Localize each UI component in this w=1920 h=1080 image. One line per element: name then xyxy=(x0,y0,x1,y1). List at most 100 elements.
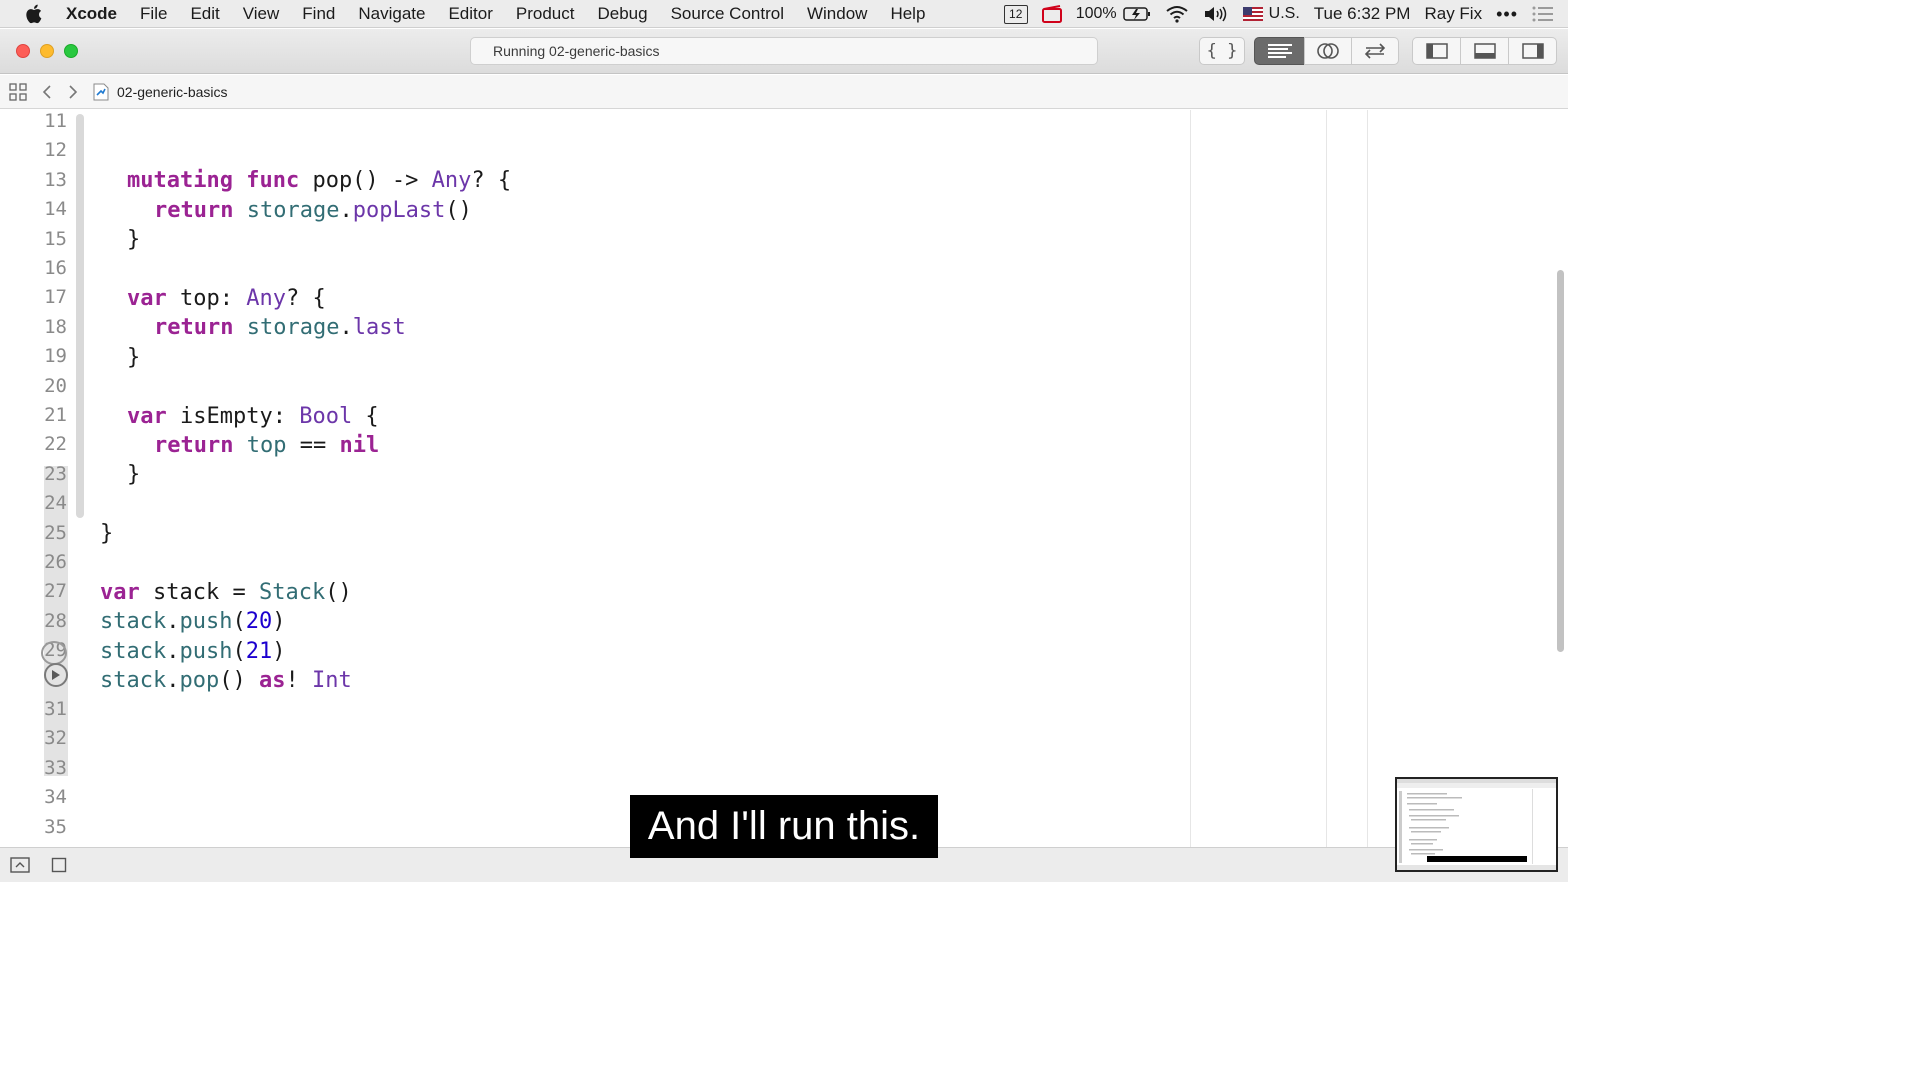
assistant-editor-button[interactable] xyxy=(1304,37,1352,65)
line-number: 12 xyxy=(44,139,67,162)
code-token: stack xyxy=(100,668,167,694)
code-snippets-button[interactable]: { } xyxy=(1199,37,1245,65)
code-token: top xyxy=(246,433,287,458)
vertical-scrollbar[interactable] xyxy=(1557,270,1564,652)
zoom-window-button[interactable] xyxy=(64,44,78,58)
toggle-navigator-button[interactable] xyxy=(1412,37,1461,65)
line-number: 25 xyxy=(44,521,67,544)
more-icon[interactable]: ••• xyxy=(1496,4,1518,25)
source-editor[interactable]: mutating func pop() -> Any? {return stor… xyxy=(100,110,1190,847)
line-number: 18 xyxy=(44,315,67,338)
line-number: 19 xyxy=(44,345,67,368)
code-token: } xyxy=(127,344,141,370)
code-line[interactable]: mutating func pop() -> Any? { xyxy=(127,166,511,195)
related-items-icon[interactable] xyxy=(9,82,27,101)
code-line[interactable]: return storage.popLast() xyxy=(154,196,472,225)
line-number: 20 xyxy=(44,374,67,397)
toggle-debug-area-button[interactable] xyxy=(1460,37,1509,65)
code-token: return xyxy=(154,315,234,341)
screen-recording-icon[interactable] xyxy=(1041,5,1062,23)
code-token: . xyxy=(166,668,180,694)
code-line[interactable]: stack.push(20) xyxy=(100,607,285,636)
code-token: stack xyxy=(100,638,167,664)
window-toolbar: Running 02-generic-basics { } xyxy=(0,29,1568,74)
menu-window[interactable]: Window xyxy=(807,4,867,24)
menu-debug[interactable]: Debug xyxy=(597,4,647,24)
code-token: == xyxy=(286,433,340,458)
menu-file[interactable]: File xyxy=(140,4,167,24)
playground-file-icon xyxy=(93,83,109,100)
standard-editor-button[interactable] xyxy=(1254,37,1305,65)
code-token: } xyxy=(100,521,114,547)
code-folding-ribbon[interactable] xyxy=(76,114,84,518)
close-window-button[interactable] xyxy=(16,44,30,58)
code-line[interactable]: var stack = Stack() xyxy=(100,578,352,607)
line-number: 16 xyxy=(44,257,67,279)
code-token: top: xyxy=(166,286,247,311)
menu-product[interactable]: Product xyxy=(516,4,575,24)
notification-center-icon[interactable] xyxy=(1532,6,1554,22)
calendar-icon[interactable]: 12 xyxy=(1003,4,1028,24)
minimize-window-button[interactable] xyxy=(40,44,54,58)
code-token: . xyxy=(339,315,353,341)
stop-icon[interactable] xyxy=(51,857,67,873)
battery-icon[interactable] xyxy=(1122,6,1151,22)
run-line-indicator xyxy=(41,641,67,665)
code-line[interactable]: stack.push(21) xyxy=(100,637,285,666)
breadcrumb-file[interactable]: 02-generic-basics xyxy=(117,84,228,100)
code-line[interactable]: return storage.last xyxy=(154,313,406,342)
code-line[interactable]: } xyxy=(100,519,113,548)
thumbnail-image xyxy=(1397,779,1556,870)
code-token: Any xyxy=(431,168,472,194)
video-caption: And I'll run this. xyxy=(630,795,938,858)
code-token: ( xyxy=(232,609,246,635)
code-token: ) xyxy=(272,638,286,664)
code-token: push xyxy=(179,609,233,635)
line-number: 21 xyxy=(44,404,67,426)
code-line[interactable]: return top == nil xyxy=(154,431,379,460)
wifi-icon[interactable] xyxy=(1165,5,1189,23)
code-token: as xyxy=(258,668,286,694)
menu-editor[interactable]: Editor xyxy=(448,4,492,24)
menu-xcode[interactable]: Xcode xyxy=(66,4,117,24)
toggle-inspector-button[interactable] xyxy=(1508,37,1557,65)
version-editor-button[interactable] xyxy=(1351,37,1399,65)
code-line[interactable]: } xyxy=(127,343,140,372)
code-token: var xyxy=(127,403,167,429)
menu-find[interactable]: Find xyxy=(302,4,335,24)
code-line[interactable]: } xyxy=(127,460,140,489)
menu-help[interactable]: Help xyxy=(890,4,925,24)
code-token: stack xyxy=(100,609,167,635)
results-divider xyxy=(1367,110,1368,847)
forward-arrow-icon[interactable] xyxy=(67,84,79,100)
code-line[interactable]: stack.pop() as! Int xyxy=(100,666,352,695)
code-token: Bool xyxy=(299,403,353,429)
code-line[interactable]: var top: Any? { xyxy=(127,284,326,313)
user-name[interactable]: Ray Fix xyxy=(1424,4,1482,24)
input-source[interactable]: U.S. xyxy=(1242,5,1300,23)
back-arrow-icon[interactable] xyxy=(41,84,53,100)
menu-navigate[interactable]: Navigate xyxy=(358,4,425,24)
line-number: 34 xyxy=(44,786,67,809)
code-line[interactable]: var isEmpty: Bool { xyxy=(127,402,379,431)
us-flag-icon xyxy=(1242,7,1263,21)
braces-icon: { } xyxy=(1206,41,1238,61)
show-debug-area-icon[interactable] xyxy=(10,857,30,873)
line-number: 24 xyxy=(44,492,67,515)
version-editor-icon xyxy=(1364,43,1386,59)
code-token: isEmpty: xyxy=(166,403,300,429)
run-playground-button[interactable] xyxy=(44,663,68,687)
play-icon xyxy=(52,670,60,680)
menu-view[interactable]: View xyxy=(243,4,280,24)
code-token: pop() -> xyxy=(299,168,432,194)
code-token: 21 xyxy=(245,638,273,664)
clock[interactable]: Tue 6:32 PM xyxy=(1314,4,1411,24)
jump-bar: 02-generic-basics xyxy=(0,75,1568,109)
menu-source-control[interactable]: Source Control xyxy=(671,4,784,24)
code-line[interactable]: } xyxy=(127,225,140,254)
menu-edit[interactable]: Edit xyxy=(190,4,219,24)
code-token: ! xyxy=(285,668,312,694)
volume-icon[interactable] xyxy=(1203,5,1229,23)
apple-menu-icon[interactable] xyxy=(24,3,46,25)
